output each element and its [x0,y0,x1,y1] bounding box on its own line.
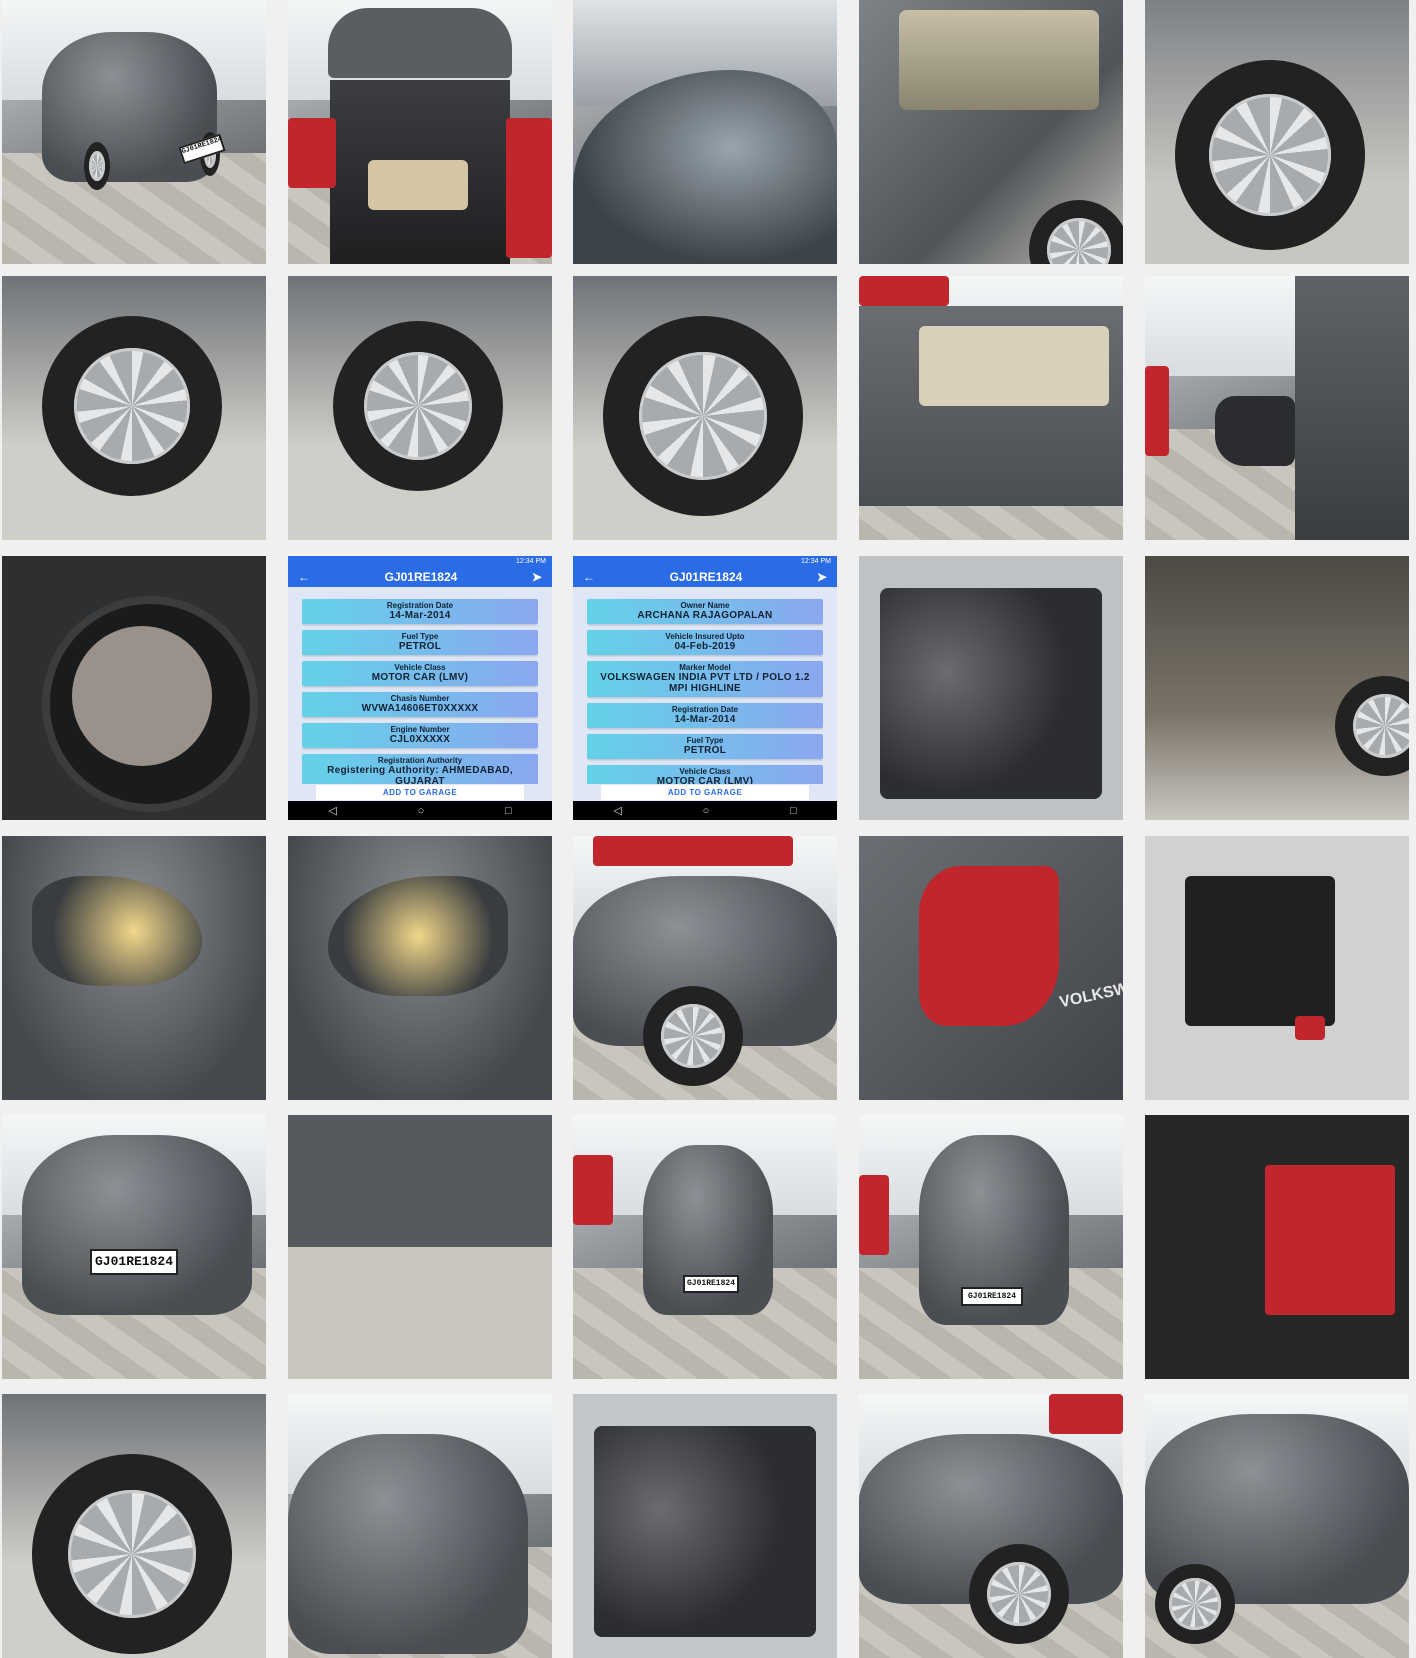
list-item: Registration Date 14-Mar-2014 [302,599,538,624]
photo-air-filter-box[interactable] [1145,836,1409,1100]
list-item: Vehicle Class MOTOR CAR (LMV) [587,765,823,784]
share-icon[interactable]: ➤ [817,570,827,584]
photo-headlight-right[interactable] [288,836,552,1100]
list-item: Vehicle Insured Upto 04-Feb-2019 [587,630,823,655]
add-to-garage-button[interactable]: ADD TO GARAGE [601,785,809,800]
photo-wheel-3[interactable] [573,276,837,540]
status-time: 12:34 PM [801,558,831,565]
photo-roof[interactable] [573,0,837,264]
nav-recents-icon[interactable]: □ [790,805,797,817]
photo-spare-wheel-toolkit[interactable] [2,556,266,820]
details-list: Owner Name ARCHANA RAJAGOPALAN Vehicle In… [587,593,823,784]
list-item: Fuel Type PETROL [587,734,823,759]
list-item: Vehicle Class MOTOR CAR (LMV) [302,661,538,686]
license-plate: GJ01RE1824 [90,1249,178,1275]
list-item: Registration Date 14-Mar-2014 [587,703,823,728]
list-item: Chasis Number WVWA14606ET0XXXXX [302,692,538,717]
nav-back-icon[interactable]: ◁ [613,804,621,817]
photo-tail-light[interactable]: VOLKSWA [859,836,1123,1100]
add-to-garage-button[interactable]: ADD TO GARAGE [316,785,524,800]
photo-side-mirror[interactable] [1145,276,1409,540]
details-list: Registration Date 14-Mar-2014 Fuel Type PE… [302,593,538,784]
nav-recents-icon[interactable]: □ [505,805,512,817]
photo-door-sill[interactable] [288,1115,552,1379]
screen-title: GJ01RE1824 [384,570,458,584]
phone-screenshot-rc-details-2: 12:34 PM ← GJ01RE1824 ➤ Owner Name ARCHAN… [573,556,837,820]
photo-side-windshield[interactable] [288,1394,552,1658]
list-item: Registration Authority Registering Author… [302,754,538,784]
nav-back-icon[interactable]: ◁ [328,804,336,817]
nav-home-icon[interactable]: ○ [703,805,710,817]
photo-battery[interactable] [1145,1115,1409,1379]
share-icon[interactable]: ➤ [532,570,542,584]
photo-side-profile[interactable] [1145,1394,1409,1658]
back-arrow-icon[interactable]: ← [298,570,310,584]
license-plate: GJ01RE1824 [961,1287,1023,1306]
photo-wheel-1[interactable] [2,276,266,540]
photo-gallery: GJ01RE1824 12:34 PM ← GJ01RE1824 ➤ Regis… [0,0,1416,1658]
photo-underbody[interactable] [1145,556,1409,820]
photo-engine-bay[interactable] [859,556,1123,820]
list-item: Fuel Type PETROL [302,630,538,655]
photo-open-boot[interactable] [288,0,552,264]
list-item: Engine Number CJL0XXXXX [302,723,538,748]
photo-front-view-1[interactable]: GJ01RE1824 [573,1115,837,1379]
photo-front-quarter-side[interactable] [859,1394,1123,1658]
license-plate: GJ01RE1824 [683,1275,739,1293]
list-item: Owner Name ARCHANA RAJAGOPALAN [587,599,823,624]
photo-front-fender[interactable] [573,836,837,1100]
photo-front-view-2[interactable]: GJ01RE1824 [859,1115,1123,1379]
photo-headlight-left[interactable] [2,836,266,1100]
photo-rear-wheel[interactable] [1145,0,1409,264]
photo-side-doors[interactable] [859,0,1123,264]
status-time: 12:34 PM [516,558,546,565]
photo-wheel-4[interactable] [2,1394,266,1658]
phone-screenshot-rc-details-1: 12:34 PM ← GJ01RE1824 ➤ Registration Dat… [288,556,552,820]
photo-engine-bay-2[interactable] [573,1394,837,1658]
nav-home-icon[interactable]: ○ [418,805,425,817]
photo-front-grille[interactable]: GJ01RE1824 [2,1115,266,1379]
list-item: Marker Model VOLKSWAGEN INDIA PVT LTD / P… [587,661,823,697]
back-arrow-icon[interactable]: ← [583,570,595,584]
photo-car-front-three-quarter[interactable]: GJ01RE1824 [2,0,266,264]
photo-wheel-2[interactable] [288,276,552,540]
screen-title: GJ01RE1824 [669,570,743,584]
photo-open-door-interior[interactable] [859,276,1123,540]
